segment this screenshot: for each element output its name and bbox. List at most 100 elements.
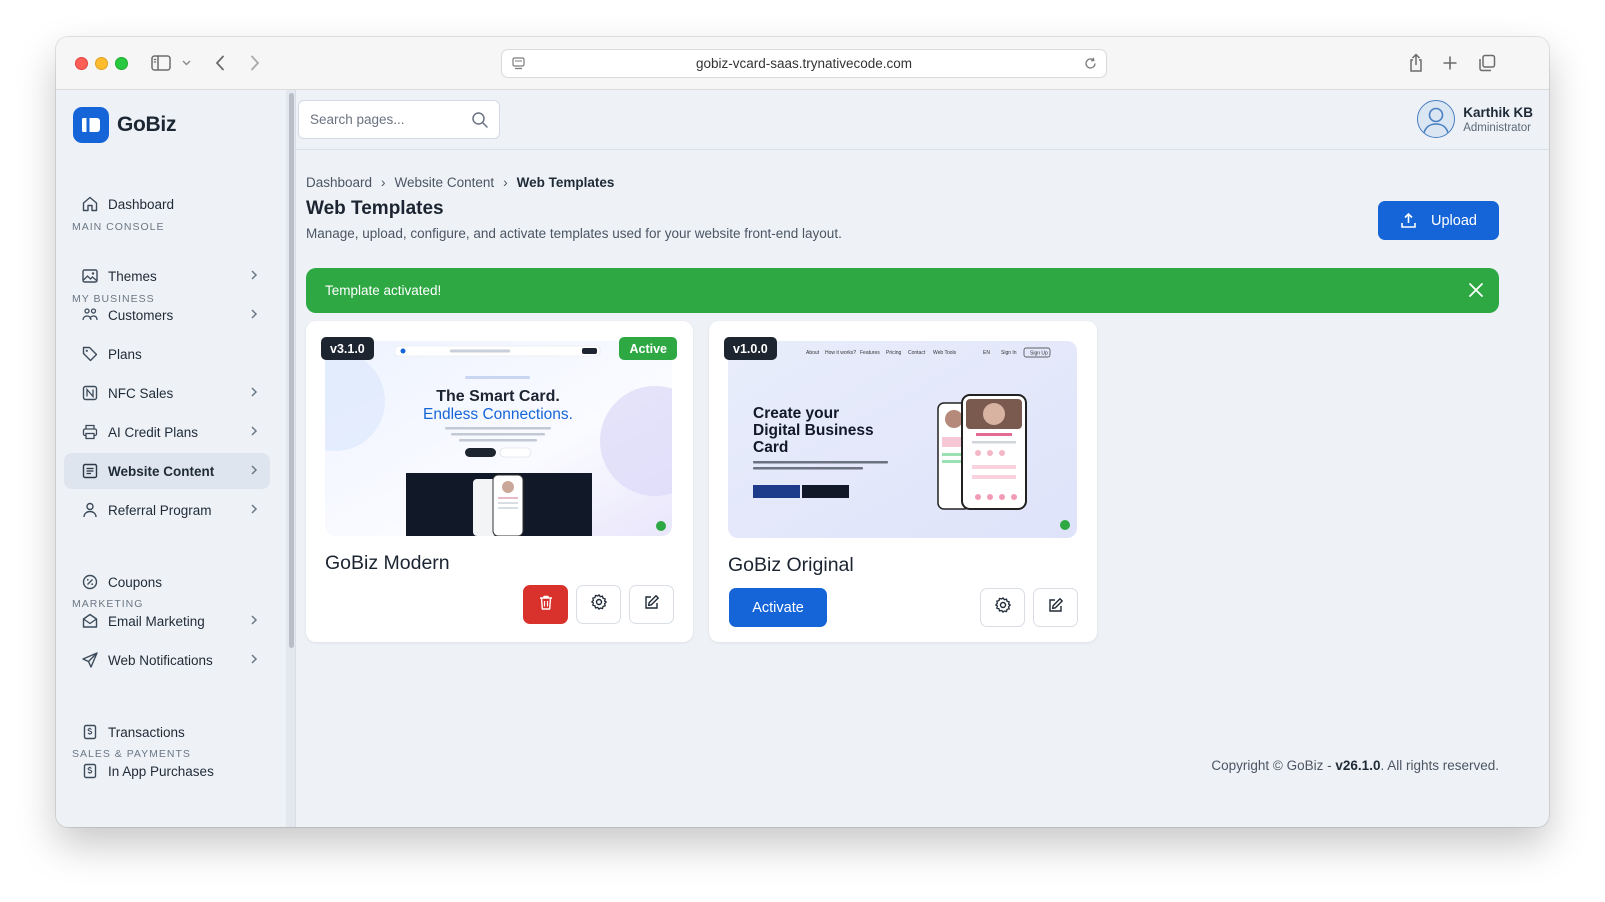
preview-headline-1: The Smart Card. (436, 388, 560, 405)
chevron-right-icon (250, 653, 258, 668)
sidebar-item-coupons[interactable]: Coupons (64, 564, 270, 600)
gear-icon (994, 596, 1012, 619)
sidebar-item-themes[interactable]: Themes (64, 258, 270, 294)
sidebar-item-web-notifications[interactable]: Web Notifications (64, 642, 270, 678)
breadcrumb-dashboard[interactable]: Dashboard (306, 175, 372, 190)
sidebar-scrollbar[interactable] (289, 93, 294, 648)
mail-icon (80, 611, 100, 631)
sidebar-item-customers[interactable]: Customers (64, 297, 270, 333)
user-menu[interactable]: Karthik KB Administrator (1417, 100, 1533, 138)
sidebar-item-in-app-purchases[interactable]: In App Purchases (64, 753, 270, 789)
sidebar-item-referral-program[interactable]: Referral Program (64, 492, 270, 528)
share-icon[interactable] (1406, 51, 1426, 75)
chevron-right-icon (250, 464, 258, 479)
back-icon[interactable] (211, 51, 229, 75)
settings-button[interactable] (980, 588, 1025, 627)
sidebar-item-label: Referral Program (108, 502, 212, 518)
svg-text:Create your: Create your (753, 405, 839, 422)
footer-copyright: Copyright © GoBiz - v26.1.0. All rights … (1211, 758, 1499, 773)
receipt-icon (80, 761, 100, 781)
maximize-window-button[interactable] (115, 57, 128, 70)
reload-icon[interactable] (1083, 56, 1098, 74)
address-bar[interactable]: gobiz-vcard-saas.trynativecode.com (501, 49, 1107, 78)
printer-icon (80, 422, 100, 442)
sidebar-item-label: In App Purchases (108, 763, 214, 779)
upload-icon (1400, 212, 1417, 229)
template-preview-image[interactable]: The Smart Card. Endless Connections. (325, 341, 672, 536)
breadcrumb-separator-icon: › (381, 175, 386, 190)
close-window-button[interactable] (75, 57, 88, 70)
brand-logo[interactable]: GoBiz (73, 107, 176, 143)
user-role: Administrator (1463, 121, 1531, 134)
sidebar-item-label: Web Notifications (108, 652, 213, 668)
sidebar-item-dashboard[interactable]: Dashboard (64, 186, 270, 222)
preview-nav-signup: Sign Up (1030, 351, 1048, 357)
version-badge: v3.1.0 (321, 337, 374, 360)
user-icon (80, 500, 100, 520)
activate-button[interactable]: Activate (729, 588, 827, 627)
preview-nav-signin: Sign In (1001, 350, 1017, 356)
sidebar-item-label: Email Marketing (108, 613, 205, 629)
content-icon (80, 461, 100, 481)
sidebar-item-plans[interactable]: Plans (64, 336, 270, 372)
search-box[interactable] (298, 100, 500, 139)
settings-button[interactable] (576, 585, 621, 624)
percent-icon (80, 572, 100, 592)
upload-button[interactable]: Upload (1378, 201, 1499, 240)
sidebar-item-label: Transactions (108, 724, 185, 740)
receipt-icon (80, 722, 100, 742)
sidebar-item-transactions[interactable]: Transactions (64, 714, 270, 750)
preview-nav-contact: Contact (908, 350, 926, 356)
search-input[interactable] (299, 101, 459, 138)
edit-icon (643, 594, 660, 616)
sidebar-item-label: Plans (108, 346, 142, 362)
preview-nav-webtools: Web Tools (933, 350, 957, 356)
new-tab-icon[interactable] (1440, 51, 1460, 75)
svg-text:Digital Business: Digital Business (753, 422, 874, 439)
sidebar-item-nfc-sales[interactable]: NFC Sales (64, 375, 270, 411)
sidebar-toggle-icon[interactable] (150, 51, 172, 75)
brand-name: GoBiz (117, 113, 177, 136)
chevron-down-icon[interactable] (180, 51, 192, 75)
preview-nav-pricing: Pricing (886, 350, 902, 356)
url-text: gobiz-vcard-saas.trynativecode.com (695, 56, 913, 71)
footer-suffix: . All rights reserved. (1380, 758, 1499, 773)
success-alert: Template activated! (306, 268, 1499, 313)
sidebar-item-email-marketing[interactable]: Email Marketing (64, 603, 270, 639)
search-icon[interactable] (471, 111, 489, 134)
site-settings-icon[interactable] (511, 56, 526, 74)
sidebar: GoBiz MAIN CONSOLE Dashboard MY BUSINESS… (56, 90, 286, 827)
browser-titlebar: gobiz-vcard-saas.trynativecode.com (56, 37, 1549, 90)
page-subtitle: Manage, upload, configure, and activate … (306, 226, 842, 241)
preview-nav-features: Features (860, 350, 880, 356)
chevron-right-icon (250, 614, 258, 629)
image-icon (80, 266, 100, 286)
preview-nav-how: How it works? (825, 350, 856, 356)
tag-icon (80, 344, 100, 364)
chevron-right-icon (250, 269, 258, 284)
minimize-window-button[interactable] (95, 57, 108, 70)
browser-window: gobiz-vcard-saas.trynativecode.com GoBiz… (56, 37, 1549, 827)
chevron-right-icon (250, 386, 258, 401)
edit-button[interactable] (1033, 588, 1078, 627)
status-badge: Active (619, 337, 677, 360)
breadcrumb-separator-icon: › (503, 175, 508, 190)
home-icon (80, 194, 100, 214)
breadcrumb-website-content[interactable]: Website Content (395, 175, 495, 190)
user-name: Karthik KB (1463, 104, 1533, 120)
tab-overview-icon[interactable] (1476, 51, 1498, 75)
sidebar-item-label: Customers (108, 307, 174, 323)
edit-button[interactable] (629, 585, 674, 624)
close-icon[interactable] (1468, 282, 1484, 301)
breadcrumb: Dashboard › Website Content › Web Templa… (306, 175, 614, 190)
template-name: GoBiz Modern (325, 552, 450, 574)
sidebar-item-website-content[interactable]: Website Content (64, 453, 270, 489)
send-icon (80, 650, 100, 670)
sidebar-item-ai-credit-plans[interactable]: AI Credit Plans (64, 414, 270, 450)
footer-version: v26.1.0 (1335, 758, 1381, 773)
delete-button[interactable] (523, 585, 568, 624)
upload-label: Upload (1431, 212, 1477, 229)
nfc-icon (80, 383, 100, 403)
template-preview-image[interactable]: About How it works? Features Pricing Con… (728, 341, 1077, 538)
forward-icon[interactable] (246, 51, 264, 75)
